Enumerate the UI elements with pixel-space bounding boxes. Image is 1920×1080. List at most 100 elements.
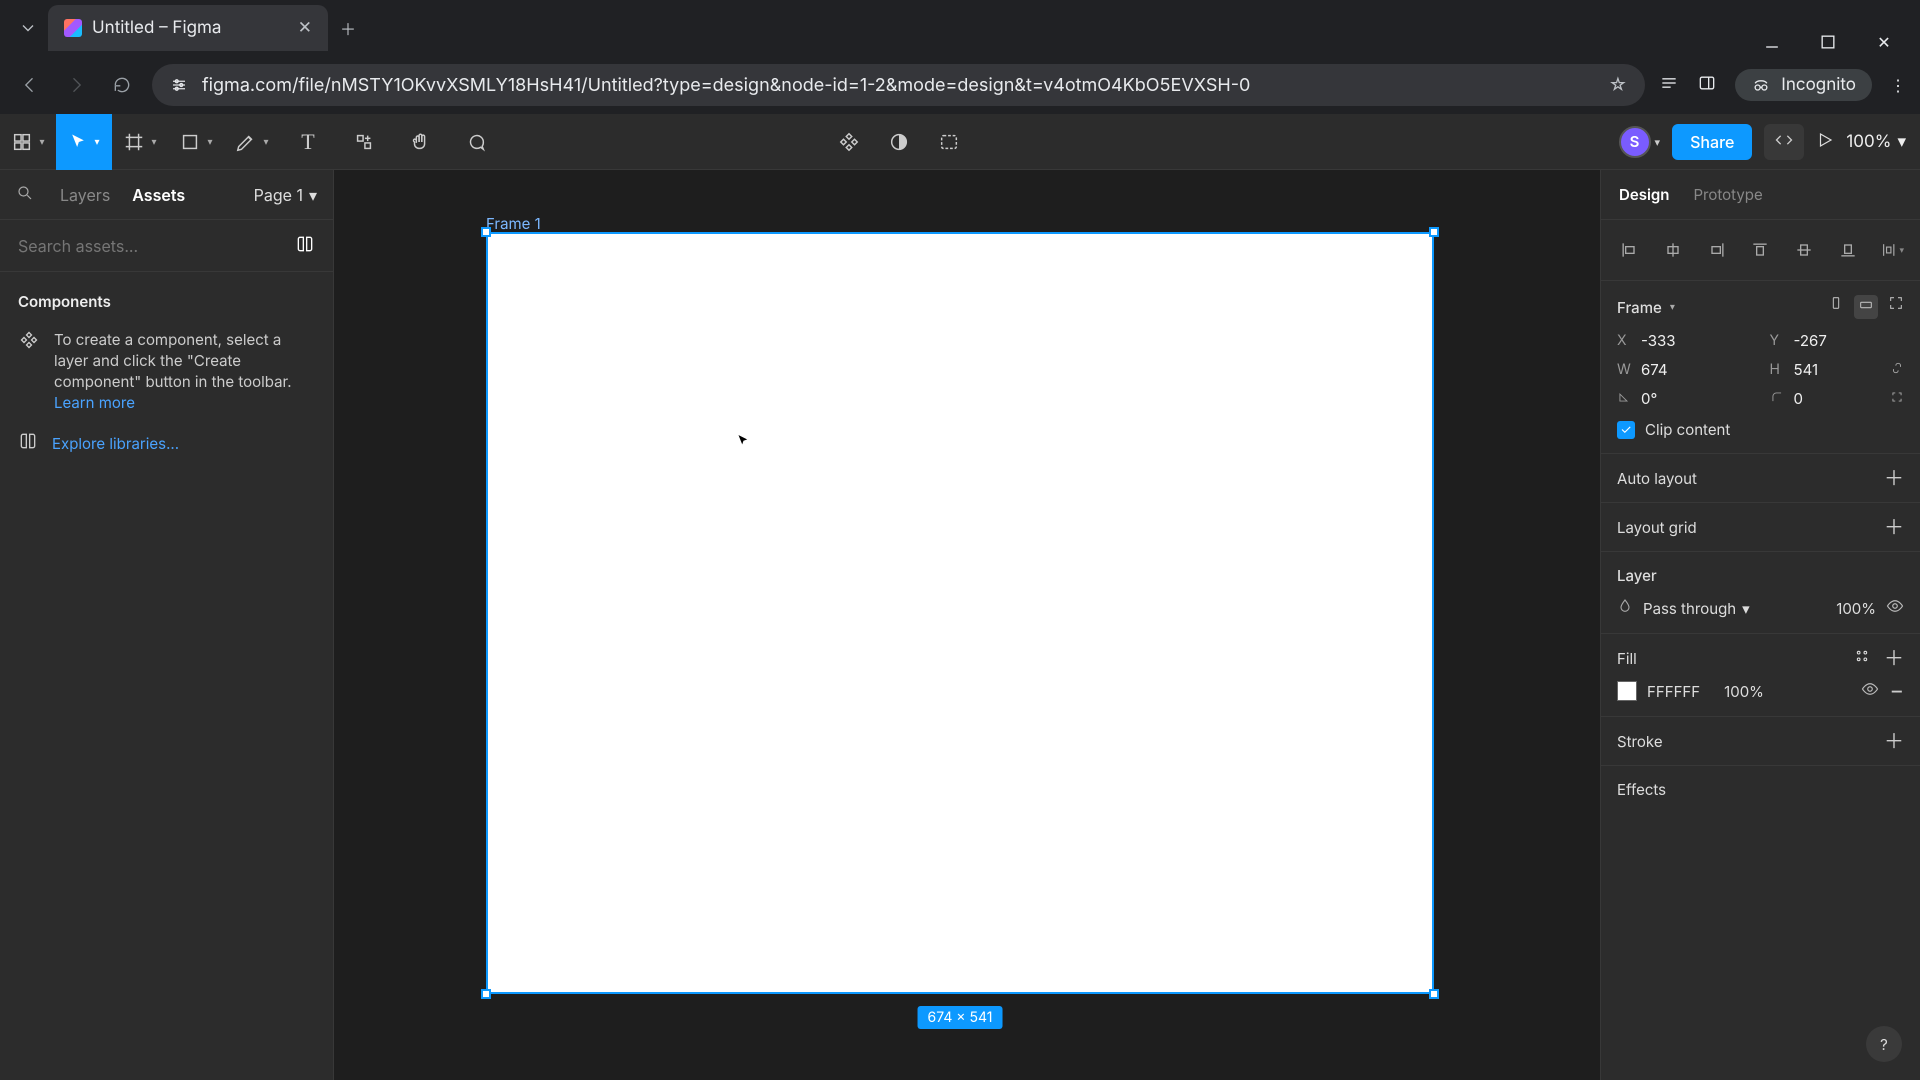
zoom-menu[interactable]: 100% ▾: [1846, 132, 1906, 152]
component-actions-button[interactable]: [829, 114, 869, 170]
resize-handle-nw[interactable]: [481, 227, 491, 237]
site-settings-icon[interactable]: [170, 76, 188, 94]
address-bar[interactable]: figma.com/file/nMSTY1OKvvXSMLY18HsH41/Un…: [152, 64, 1645, 106]
frame-type-menu[interactable]: Frame ▾: [1617, 298, 1675, 317]
fill-opacity-input[interactable]: 100%: [1724, 682, 1764, 701]
add-layoutgrid-button[interactable]: ＋: [1884, 517, 1904, 537]
layer-heading: Layer: [1617, 566, 1904, 585]
chevron-down-icon: ▾: [207, 136, 212, 148]
comment-tool[interactable]: [448, 114, 504, 170]
reload-button[interactable]: [106, 69, 138, 101]
window-minimize-button[interactable]: [1758, 28, 1786, 56]
learn-more-link[interactable]: Learn more: [54, 393, 135, 412]
main-menu-button[interactable]: ▾: [0, 114, 56, 170]
add-autolayout-button[interactable]: ＋: [1884, 468, 1904, 488]
close-tab-icon[interactable]: ✕: [298, 18, 312, 38]
frame-tool[interactable]: ▾: [112, 114, 168, 170]
explore-libraries-link[interactable]: Explore libraries...: [52, 434, 179, 453]
layer-opacity-input[interactable]: 100%: [1836, 599, 1876, 618]
resize-handle-se[interactable]: [1429, 989, 1439, 999]
resize-handle-sw[interactable]: [481, 989, 491, 999]
search-assets-input[interactable]: [18, 236, 283, 256]
incognito-chip[interactable]: Incognito: [1735, 69, 1872, 101]
y-input[interactable]: Y-267: [1770, 331, 1905, 350]
hand-tool[interactable]: [392, 114, 448, 170]
layoutgrid-heading: Layout grid: [1617, 518, 1697, 537]
search-icon[interactable]: [16, 184, 34, 206]
blend-mode-menu[interactable]: Pass through ▾: [1643, 599, 1750, 618]
window-close-button[interactable]: ✕: [1870, 28, 1898, 56]
book-icon: [18, 431, 38, 455]
bookmark-icon[interactable]: ☆: [1608, 75, 1627, 96]
help-button[interactable]: ?: [1866, 1026, 1902, 1062]
add-stroke-button[interactable]: ＋: [1884, 731, 1904, 751]
resize-handle-ne[interactable]: [1429, 227, 1439, 237]
components-heading: Components: [18, 292, 315, 311]
tab-prototype[interactable]: Prototype: [1693, 185, 1762, 204]
shape-tool[interactable]: ▾: [168, 114, 224, 170]
sidepanel-icon[interactable]: [1697, 73, 1717, 97]
dev-handoff-icon[interactable]: [929, 114, 969, 170]
align-controls: ▾: [1617, 234, 1904, 266]
forward-button[interactable]: [60, 69, 92, 101]
dimensions-badge: 674 × 541: [918, 1006, 1003, 1029]
share-button[interactable]: Share: [1672, 124, 1752, 160]
library-icon[interactable]: [295, 234, 315, 258]
add-fill-button[interactable]: ＋: [1884, 648, 1904, 668]
blend-mode-icon[interactable]: [1617, 598, 1633, 618]
align-right-icon[interactable]: [1705, 238, 1729, 262]
fill-visibility-icon[interactable]: [1861, 680, 1879, 702]
resize-to-fit-icon[interactable]: [1888, 295, 1904, 319]
distribute-icon[interactable]: ▾: [1880, 238, 1904, 262]
tab-assets[interactable]: Assets: [132, 185, 185, 205]
align-top-icon[interactable]: [1748, 238, 1772, 262]
corner-radius-input[interactable]: 0: [1770, 389, 1905, 408]
frame[interactable]: [486, 232, 1434, 994]
window-maximize-button[interactable]: [1814, 28, 1842, 56]
remove-fill-button[interactable]: −: [1889, 680, 1904, 702]
browser-menu-button[interactable]: ⋮: [1890, 75, 1906, 95]
text-tool[interactable]: T: [280, 114, 336, 170]
align-hcenter-icon[interactable]: [1661, 238, 1685, 262]
new-tab-button[interactable]: ＋: [328, 8, 368, 48]
x-input[interactable]: X-333: [1617, 331, 1752, 350]
align-vcenter-icon[interactable]: [1792, 238, 1816, 262]
clip-content-checkbox[interactable]: ✓: [1617, 421, 1635, 439]
tab-design[interactable]: Design: [1619, 185, 1669, 204]
extensions-icon[interactable]: [1659, 73, 1679, 97]
h-input[interactable]: H541: [1770, 360, 1905, 379]
visibility-toggle-icon[interactable]: [1886, 597, 1904, 619]
constrain-proportions-icon[interactable]: [1890, 360, 1904, 379]
mask-button[interactable]: [879, 114, 919, 170]
fill-styles-icon[interactable]: [1854, 648, 1870, 668]
page-menu[interactable]: Page 1 ▾: [254, 185, 317, 205]
independent-corners-icon[interactable]: [1890, 389, 1904, 408]
fill-swatch[interactable]: [1617, 681, 1637, 701]
right-panel: Design Prototype ▾: [1600, 170, 1920, 1080]
url-text: figma.com/file/nMSTY1OKvvXSMLY18HsH41/Un…: [202, 75, 1250, 96]
dev-mode-toggle[interactable]: [1764, 124, 1804, 160]
back-button[interactable]: [14, 69, 46, 101]
frame-label[interactable]: Frame 1: [486, 214, 541, 233]
move-tool[interactable]: ▾: [56, 114, 112, 170]
tab-search-button[interactable]: [8, 8, 48, 48]
fill-hex-input[interactable]: FFFFFF: [1647, 682, 1700, 701]
align-bottom-icon[interactable]: [1836, 238, 1860, 262]
tab-layers[interactable]: Layers: [60, 185, 110, 205]
canvas[interactable]: Frame 1 674 × 541: [334, 170, 1600, 1080]
align-left-icon[interactable]: [1617, 238, 1641, 262]
w-input[interactable]: W674: [1617, 360, 1752, 379]
user-avatar-menu[interactable]: S ▾: [1619, 126, 1661, 158]
chevron-down-icon: ▾: [94, 136, 99, 148]
orientation-portrait-icon[interactable]: [1828, 295, 1844, 319]
browser-toolbar: figma.com/file/nMSTY1OKvvXSMLY18HsH41/Un…: [0, 56, 1920, 114]
pen-tool[interactable]: ▾: [224, 114, 280, 170]
figma-toolbar: ▾ ▾ ▾ ▾ ▾ T: [0, 114, 1920, 170]
resources-tool[interactable]: [336, 114, 392, 170]
rotation-input[interactable]: 0°: [1617, 389, 1752, 408]
present-button[interactable]: [1816, 131, 1834, 153]
browser-tab[interactable]: Untitled – Figma ✕: [48, 5, 328, 51]
chevron-down-icon: ▾: [263, 136, 268, 148]
incognito-label: Incognito: [1781, 75, 1856, 95]
orientation-landscape-icon[interactable]: [1854, 295, 1878, 319]
